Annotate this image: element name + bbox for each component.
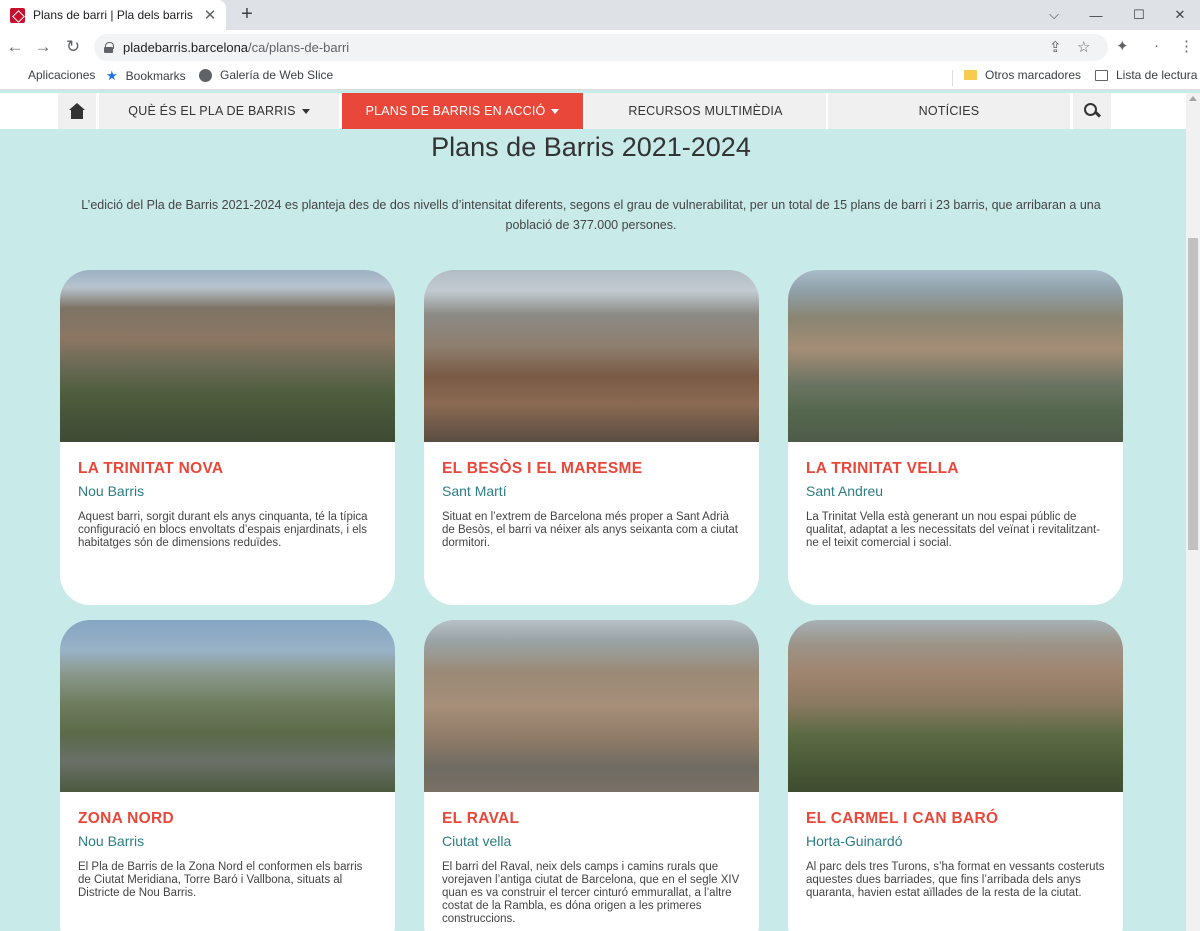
card-title: LA TRINITAT NOVA bbox=[78, 460, 224, 477]
profile-icon[interactable]: · bbox=[1154, 37, 1159, 54]
menu-icon[interactable]: ⋮ bbox=[1179, 37, 1194, 55]
card-photo bbox=[424, 620, 759, 792]
plan-card[interactable]: EL BESÒS I EL MARESME Sant Martí Situat … bbox=[424, 270, 759, 605]
card-description: Aquest barri, sorgit durant els anys cin… bbox=[78, 511, 368, 549]
nav-noticies[interactable]: NOTÍCIES bbox=[828, 93, 1070, 129]
card-district: Ciutat vella bbox=[442, 833, 512, 849]
site-navigation: QUÈ ÉS EL PLA DE BARRIS PLANS DE BARRIS … bbox=[0, 93, 1200, 129]
browser-tab-strip: Plans de barri | Pla dels barris de ✕ + … bbox=[0, 0, 1200, 30]
star-icon: ★ bbox=[106, 68, 118, 83]
share-icon[interactable]: ⇪ bbox=[1049, 38, 1062, 56]
plan-card[interactable]: ZONA NORD Nou Barris El Pla de Barris de… bbox=[60, 620, 395, 931]
browser-toolbar: ← → ↻ pladebarris.barcelona /ca/plans-de… bbox=[0, 30, 1200, 64]
bookmark-bookmarks[interactable]: ★ Bookmarks bbox=[106, 68, 186, 84]
bookmark-apps[interactable]: Aplicaciones bbox=[8, 68, 95, 82]
bookmark-apps-label: Aplicaciones bbox=[28, 68, 96, 82]
home-button[interactable] bbox=[58, 93, 96, 129]
plan-card[interactable]: EL CARMEL I CAN BARÓ Horta-Guinardó Al p… bbox=[788, 620, 1123, 931]
card-photo bbox=[424, 270, 759, 442]
plan-card[interactable]: LA TRINITAT NOVA Nou Barris Aquest barri… bbox=[60, 270, 395, 605]
search-button[interactable] bbox=[1073, 93, 1111, 129]
card-title: EL CARMEL I CAN BARÓ bbox=[806, 810, 999, 827]
scrollbar-thumb[interactable] bbox=[1188, 238, 1198, 550]
card-district: Nou Barris bbox=[78, 483, 145, 499]
tab-search-icon[interactable]: ⌵ bbox=[1032, 0, 1076, 30]
site-favicon-icon bbox=[10, 7, 25, 23]
card-photo bbox=[788, 270, 1123, 442]
bookmark-reading-list-label: Lista de lectura bbox=[1116, 68, 1198, 82]
bookmarks-bar: Aplicaciones ★ Bookmarks Galería de Web … bbox=[0, 64, 1200, 90]
forward-icon[interactable]: → bbox=[31, 35, 55, 59]
card-title: EL RAVAL bbox=[442, 810, 520, 827]
card-description: El barri del Raval, neix dels camps i ca… bbox=[442, 861, 740, 925]
globe-icon bbox=[199, 68, 212, 82]
nav-plans-label: PLANS DE BARRIS EN ACCIÓ bbox=[365, 104, 546, 118]
card-photo bbox=[60, 620, 395, 792]
bookmark-other[interactable]: Otros marcadores bbox=[964, 68, 1081, 82]
back-icon[interactable]: ← bbox=[3, 35, 27, 59]
nav-recursos[interactable]: RECURSOS MULTIMÈDIA bbox=[585, 93, 826, 129]
bookmark-web-slice[interactable]: Galería de Web Slice bbox=[199, 68, 333, 82]
bookmark-reading-list[interactable]: Lista de lectura bbox=[1095, 68, 1197, 82]
search-icon bbox=[1084, 103, 1100, 119]
card-title: LA TRINITAT VELLA bbox=[806, 460, 959, 477]
plan-card[interactable]: EL RAVAL Ciutat vella El barri del Raval… bbox=[424, 620, 759, 931]
address-bar[interactable]: pladebarris.barcelona /ca/plans-de-barri… bbox=[94, 34, 1108, 61]
nav-plans-en-accio[interactable]: PLANS DE BARRIS EN ACCIÓ bbox=[342, 93, 583, 129]
card-title: EL BESÒS I EL MARESME bbox=[442, 460, 643, 477]
bookmark-star-icon[interactable]: ☆ bbox=[1077, 38, 1090, 56]
page-title: Plans de Barris 2021-2024 bbox=[431, 132, 751, 162]
nav-recursos-label: RECURSOS MULTIMÈDIA bbox=[628, 104, 783, 118]
lock-icon bbox=[104, 42, 114, 53]
scroll-up-arrow-icon[interactable] bbox=[1189, 96, 1197, 101]
plan-card[interactable]: LA TRINITAT VELLA Sant Andreu La Trinita… bbox=[788, 270, 1123, 605]
nav-que-es[interactable]: QUÈ ÉS EL PLA DE BARRIS bbox=[99, 93, 339, 129]
card-photo bbox=[788, 620, 1123, 792]
card-title: ZONA NORD bbox=[78, 810, 174, 827]
card-district: Sant Martí bbox=[442, 483, 507, 499]
card-district: Nou Barris bbox=[78, 833, 145, 849]
apps-grid-icon bbox=[8, 69, 20, 81]
minimize-icon[interactable]: — bbox=[1074, 0, 1118, 30]
card-district: Sant Andreu bbox=[806, 483, 884, 499]
url-path: /ca/plans-de-barri bbox=[248, 40, 350, 55]
card-description: Al parc dels tres Turons, s’ha format en… bbox=[806, 861, 1105, 899]
card-description: Situat en l’extrem de Barcelona més prop… bbox=[442, 511, 738, 549]
home-icon bbox=[68, 103, 86, 119]
bookmark-web-slice-label: Galería de Web Slice bbox=[220, 68, 334, 82]
card-description: La Trinitat Vella està generant un nou e… bbox=[806, 511, 1101, 549]
new-tab-icon[interactable]: + bbox=[236, 3, 258, 26]
extensions-icon[interactable]: ✦ bbox=[1116, 37, 1129, 55]
maximize-icon[interactable]: ☐ bbox=[1117, 0, 1161, 30]
caret-down-icon bbox=[551, 108, 560, 114]
caret-down-icon bbox=[301, 108, 310, 114]
browser-tab[interactable]: Plans de barri | Pla dels barris de ✕ bbox=[0, 0, 226, 30]
url-host: pladebarris.barcelona bbox=[123, 40, 249, 55]
bookmark-other-label: Otros marcadores bbox=[985, 68, 1082, 82]
close-window-icon[interactable]: ✕ bbox=[1158, 0, 1200, 30]
nav-que-es-label: QUÈ ÉS EL PLA DE BARRIS bbox=[128, 104, 296, 118]
card-photo bbox=[60, 270, 395, 442]
close-tab-icon[interactable]: ✕ bbox=[202, 6, 218, 24]
tab-title: Plans de barri | Pla dels barris de bbox=[33, 8, 196, 22]
nav-noticies-label: NOTÍCIES bbox=[918, 104, 980, 118]
reload-icon[interactable]: ↻ bbox=[61, 35, 85, 59]
reading-list-icon bbox=[1095, 69, 1108, 81]
folder-icon bbox=[964, 70, 977, 80]
card-description: El Pla de Barris de la Zona Nord el conf… bbox=[78, 861, 363, 899]
bookmark-bookmarks-label: Bookmarks bbox=[125, 69, 186, 83]
page-scrollbar[interactable] bbox=[1186, 93, 1200, 931]
card-district: Horta-Guinardó bbox=[806, 833, 903, 849]
intro-text: L’edició del Pla de Barris 2021-2024 es … bbox=[81, 198, 1101, 232]
bookmarks-divider bbox=[952, 70, 953, 86]
